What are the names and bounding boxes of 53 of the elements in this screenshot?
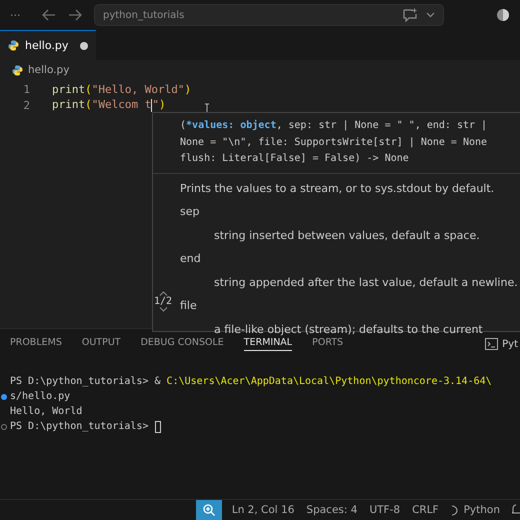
- documentation-text: sep: [180, 204, 200, 220]
- unsaved-dot-icon[interactable]: [80, 42, 88, 50]
- editor-tab[interactable]: hello.py: [0, 30, 96, 60]
- documentation-text: string inserted between values, default a space.: [213, 228, 481, 244]
- spinner-icon: [450, 504, 459, 516]
- python-icon: [12, 64, 23, 76]
- code-line: print("Hello, World"): [52, 82, 192, 96]
- panel-tab[interactable]: PORTS: [312, 337, 344, 351]
- signature-text: (: [180, 120, 186, 131]
- code-line: print("Welcom t"): [52, 98, 166, 112]
- python-icon: [8, 40, 19, 51]
- status-item[interactable]: Spaces: 4: [306, 504, 358, 516]
- language-mode[interactable]: Python: [450, 504, 500, 516]
- search-field[interactable]: python_tutorials: [94, 4, 444, 26]
- terminal-line: Hello, World: [10, 406, 82, 417]
- panel-tab[interactable]: OUTPUT: [82, 337, 121, 351]
- documentation-text: string appended after the last value, default a newline.: [213, 274, 519, 290]
- documentation-text: Prints the values to a stream, or to sys.stdout by default.: [180, 180, 496, 196]
- status-item[interactable]: Ln 2, Col 16: [232, 504, 294, 516]
- terminal-line: s/hello.py: [10, 391, 70, 402]
- terminal-icon[interactable]: [485, 338, 498, 350]
- signature-text: , sep: str | None = " ", end: str |: [276, 120, 488, 131]
- command-status-dot-icon[interactable]: [1, 394, 7, 400]
- overload-counter: 1/2: [154, 296, 172, 307]
- panel-tab[interactable]: DEBUG CONSOLE: [140, 337, 224, 351]
- back-arrow-icon[interactable]: [42, 9, 56, 21]
- command-status-dot-icon[interactable]: [1, 424, 7, 430]
- panel-tab[interactable]: PROBLEMS: [10, 337, 62, 351]
- terminal-line: PS D:\python_tutorials> & C:\Users\Acer\AppData\Local\Python\pythoncore-3.14-64\: [10, 376, 492, 387]
- chevron-up-icon[interactable]: [158, 291, 168, 296]
- documentation-text: file: [180, 298, 198, 314]
- documentation-text: end: [180, 251, 202, 267]
- more-menu[interactable]: ···: [10, 8, 30, 22]
- zoom-button[interactable]: [196, 500, 222, 520]
- terminal-name[interactable]: Pyt: [502, 338, 518, 350]
- status-item[interactable]: CRLF: [412, 504, 439, 516]
- breadcrumb-item[interactable]: hello.py: [28, 64, 70, 76]
- line-number: 2: [22, 98, 30, 112]
- status-item[interactable]: UTF-8: [369, 504, 400, 516]
- chevron-down-icon[interactable]: [426, 12, 435, 18]
- forward-arrow-icon[interactable]: [68, 9, 82, 21]
- chevron-down-icon[interactable]: [158, 307, 168, 312]
- signature-text: flush: Literal[False] = False) -> None: [180, 153, 409, 164]
- chat-sparkle-icon[interactable]: [402, 8, 418, 22]
- bell-icon[interactable]: [512, 504, 520, 516]
- accounts-icon[interactable]: [496, 8, 510, 22]
- panel-tab[interactable]: TERMINAL: [244, 337, 292, 351]
- signature-text: *values: object: [186, 120, 276, 131]
- line-number: 1: [22, 82, 30, 96]
- documentation-text: a file-like object (stream); defaults to the current: [213, 322, 484, 338]
- terminal-line: PS D:\python_tutorials>: [10, 421, 150, 432]
- zoom-in-icon: [202, 504, 215, 516]
- signature-text: None = "\n", file: SupportsWrite[str] | None = None: [180, 136, 488, 148]
